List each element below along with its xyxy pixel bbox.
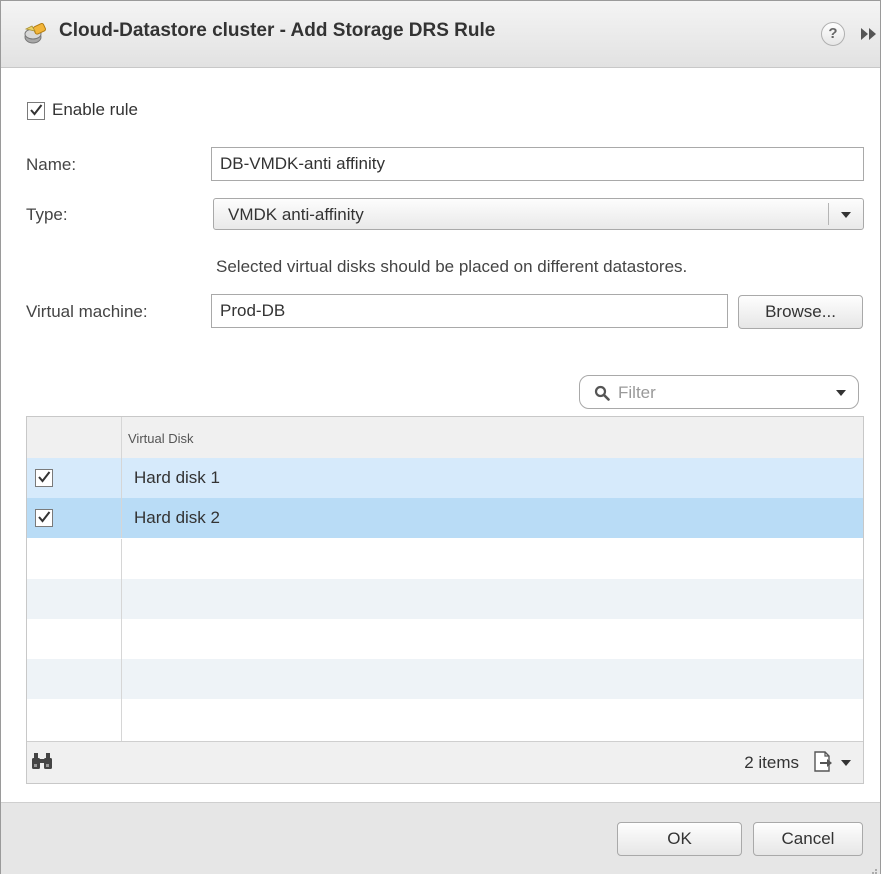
- filter-input[interactable]: Filter: [579, 375, 859, 409]
- item-count: 2 items: [744, 753, 799, 772]
- column-divider: [121, 417, 122, 458]
- add-storage-drs-rule-dialog: Cloud-Datastore cluster - Add Storage DR…: [0, 0, 881, 874]
- dialog-footer: OK Cancel: [1, 802, 880, 874]
- type-select[interactable]: VMDK anti-affinity: [213, 198, 864, 230]
- empty-row: [27, 539, 863, 579]
- column-divider: [121, 458, 122, 498]
- column-divider: [121, 579, 122, 619]
- dialog-titlebar[interactable]: Cloud-Datastore cluster - Add Storage DR…: [1, 1, 880, 68]
- enable-rule-checkbox[interactable]: [27, 102, 45, 120]
- search-icon: [594, 385, 610, 401]
- type-select-value: VMDK anti-affinity: [228, 205, 364, 224]
- type-description: Selected virtual disks should be placed …: [216, 257, 688, 276]
- row-label: Hard disk 1: [134, 468, 220, 487]
- column-divider: [121, 539, 122, 579]
- name-field[interactable]: [211, 147, 864, 181]
- virtual-machine-label: Virtual machine:: [26, 302, 148, 321]
- empty-row: [27, 579, 863, 619]
- binoculars-icon[interactable]: [31, 752, 53, 770]
- chevron-down-icon[interactable]: [836, 390, 846, 396]
- storage-cluster-icon: [23, 22, 47, 45]
- row-label: Hard disk 2: [134, 508, 220, 527]
- column-divider: [121, 619, 122, 659]
- resize-grip-icon[interactable]: [868, 862, 878, 874]
- grid-header: Virtual Disk: [27, 417, 863, 459]
- cancel-button[interactable]: Cancel: [753, 822, 863, 856]
- browse-button[interactable]: Browse...: [738, 295, 863, 329]
- column-divider: [121, 699, 122, 741]
- help-icon[interactable]: ?: [821, 22, 845, 46]
- enable-rule-label: Enable rule: [52, 100, 139, 119]
- virtual-machine-field[interactable]: [211, 294, 728, 328]
- chevron-down-icon[interactable]: [828, 203, 863, 225]
- type-label: Type:: [26, 205, 68, 224]
- empty-row: [27, 659, 863, 699]
- virtual-disk-grid: Virtual Disk Hard disk 1 Hard disk 2 2 i…: [26, 416, 864, 784]
- name-label: Name:: [26, 155, 77, 174]
- row-checkbox[interactable]: [35, 469, 53, 487]
- double-chevron-right-icon[interactable]: [859, 25, 879, 43]
- name-input[interactable]: [212, 148, 863, 180]
- filter-placeholder: Filter: [618, 383, 656, 402]
- column-divider: [121, 659, 122, 699]
- ok-button[interactable]: OK: [617, 822, 742, 856]
- table-row[interactable]: Hard disk 1: [27, 458, 863, 498]
- table-row[interactable]: Hard disk 2: [27, 498, 863, 538]
- grid-footer: 2 items: [27, 741, 863, 783]
- virtual-machine-input[interactable]: [212, 295, 727, 327]
- export-icon[interactable]: [811, 750, 853, 774]
- column-header-virtual-disk[interactable]: Virtual Disk: [128, 431, 194, 446]
- dialog-title: Cloud-Datastore cluster - Add Storage DR…: [59, 20, 496, 41]
- column-divider: [121, 498, 122, 538]
- row-checkbox[interactable]: [35, 509, 53, 527]
- empty-row: [27, 619, 863, 659]
- empty-row: [27, 699, 863, 741]
